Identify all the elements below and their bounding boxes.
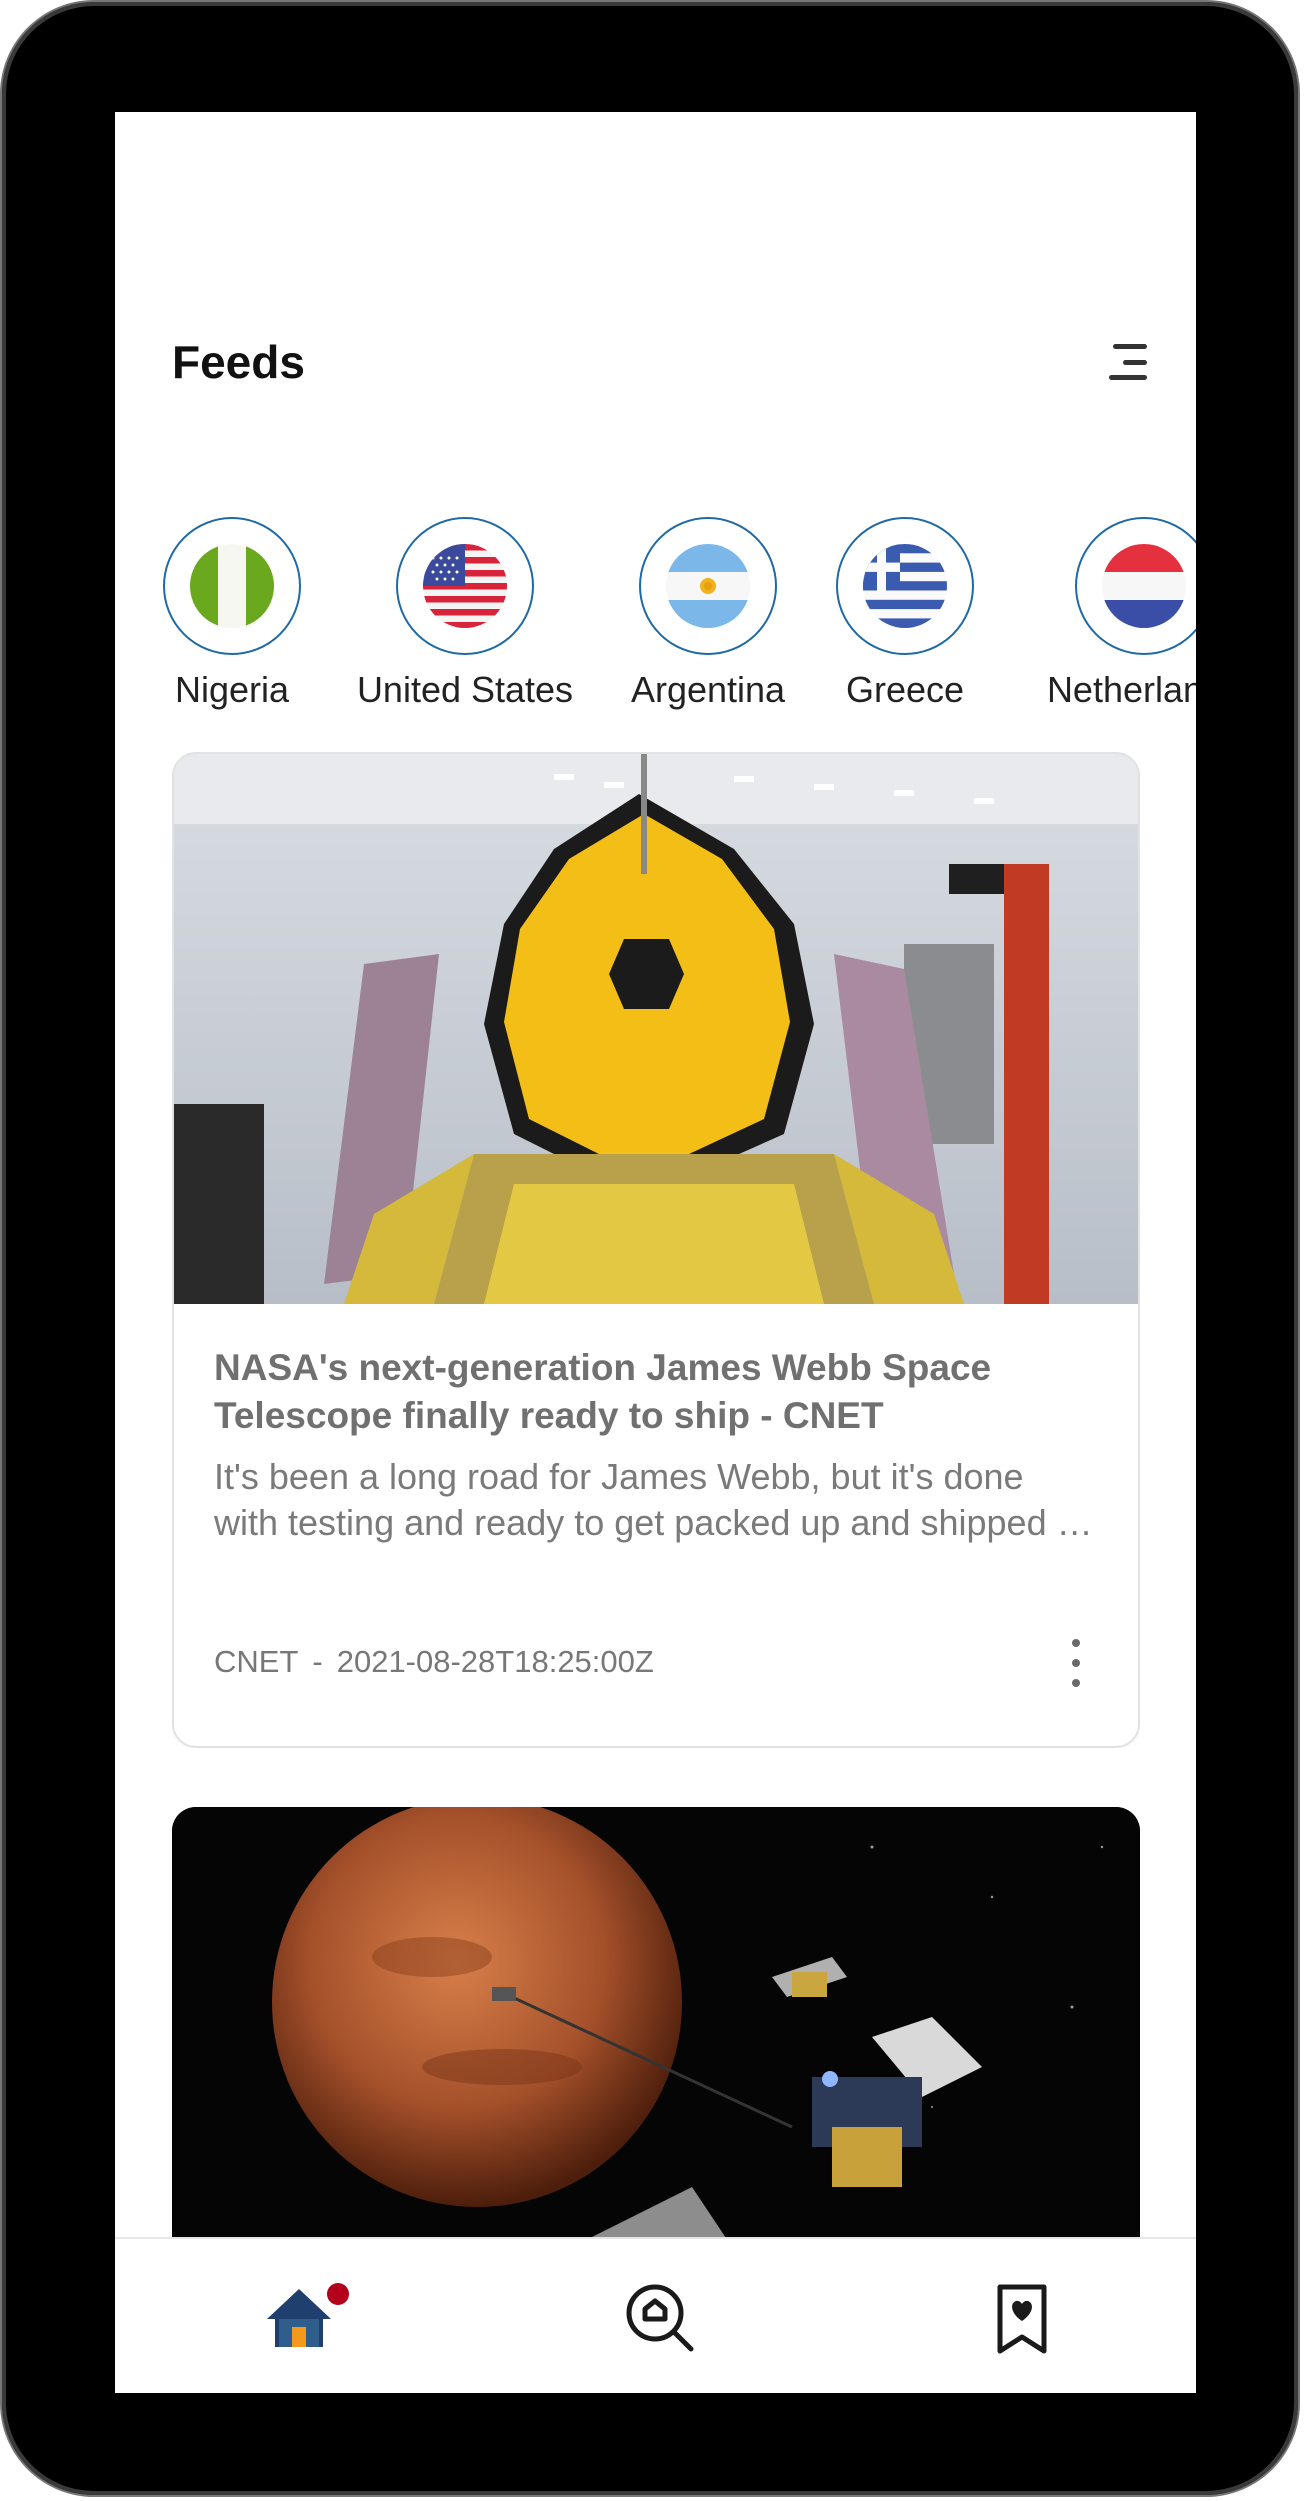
netherlands-flag-icon: [1075, 517, 1196, 655]
bookmark-icon[interactable]: [982, 2279, 1062, 2359]
country-label: Netherlands: [1046, 669, 1196, 710]
article-description: It's been a long road for James Webb, bu…: [214, 1456, 1087, 1543]
country-item-greece[interactable]: Greece: [785, 517, 1025, 711]
country-item-united-states[interactable]: United States: [345, 517, 585, 711]
nigeria-flag-icon: [163, 517, 301, 655]
article-card[interactable]: NASA's next-generation James Webb Space …: [172, 752, 1140, 1748]
country-item-netherlands[interactable]: Netherlands: [1014, 517, 1196, 711]
greece-flag-icon: [836, 517, 974, 655]
more-options-icon[interactable]: [1064, 1639, 1088, 1687]
menu-icon[interactable]: [1107, 344, 1147, 380]
article-card[interactable]: [172, 1807, 1140, 2307]
search-icon[interactable]: [621, 2279, 701, 2359]
article-image: [174, 754, 1138, 1304]
device-frame: Feeds Nigeria United States Argentina Gr…: [2, 2, 1298, 2495]
page-title: Feeds: [172, 336, 305, 388]
country-item-nigeria[interactable]: Nigeria: [115, 517, 352, 711]
app-screen: Feeds Nigeria United States Argentina Gr…: [115, 112, 1196, 2393]
country-label: Greece: [845, 669, 965, 710]
home-icon[interactable]: [259, 2279, 349, 2359]
argentina-flag-icon: [639, 517, 777, 655]
country-label: Nigeria: [174, 669, 290, 710]
article-meta: CNET - 2021-08-28T18:25:00Z: [214, 1644, 654, 1680]
bottom-navigation: [115, 2237, 1196, 2393]
notification-badge: [327, 2283, 349, 2305]
country-label: United States: [356, 669, 574, 710]
article-image: [172, 1807, 1140, 2307]
meta-separator: -: [312, 1644, 323, 1679]
article-date: 2021-08-28T18:25:00Z: [336, 1644, 654, 1679]
us-flag-icon: [396, 517, 534, 655]
article-title[interactable]: NASA's next-generation James Webb Space …: [214, 1344, 1094, 1440]
article-source: CNET: [214, 1644, 299, 1679]
country-selector: Nigeria United States Argentina Greece N…: [115, 517, 1196, 747]
